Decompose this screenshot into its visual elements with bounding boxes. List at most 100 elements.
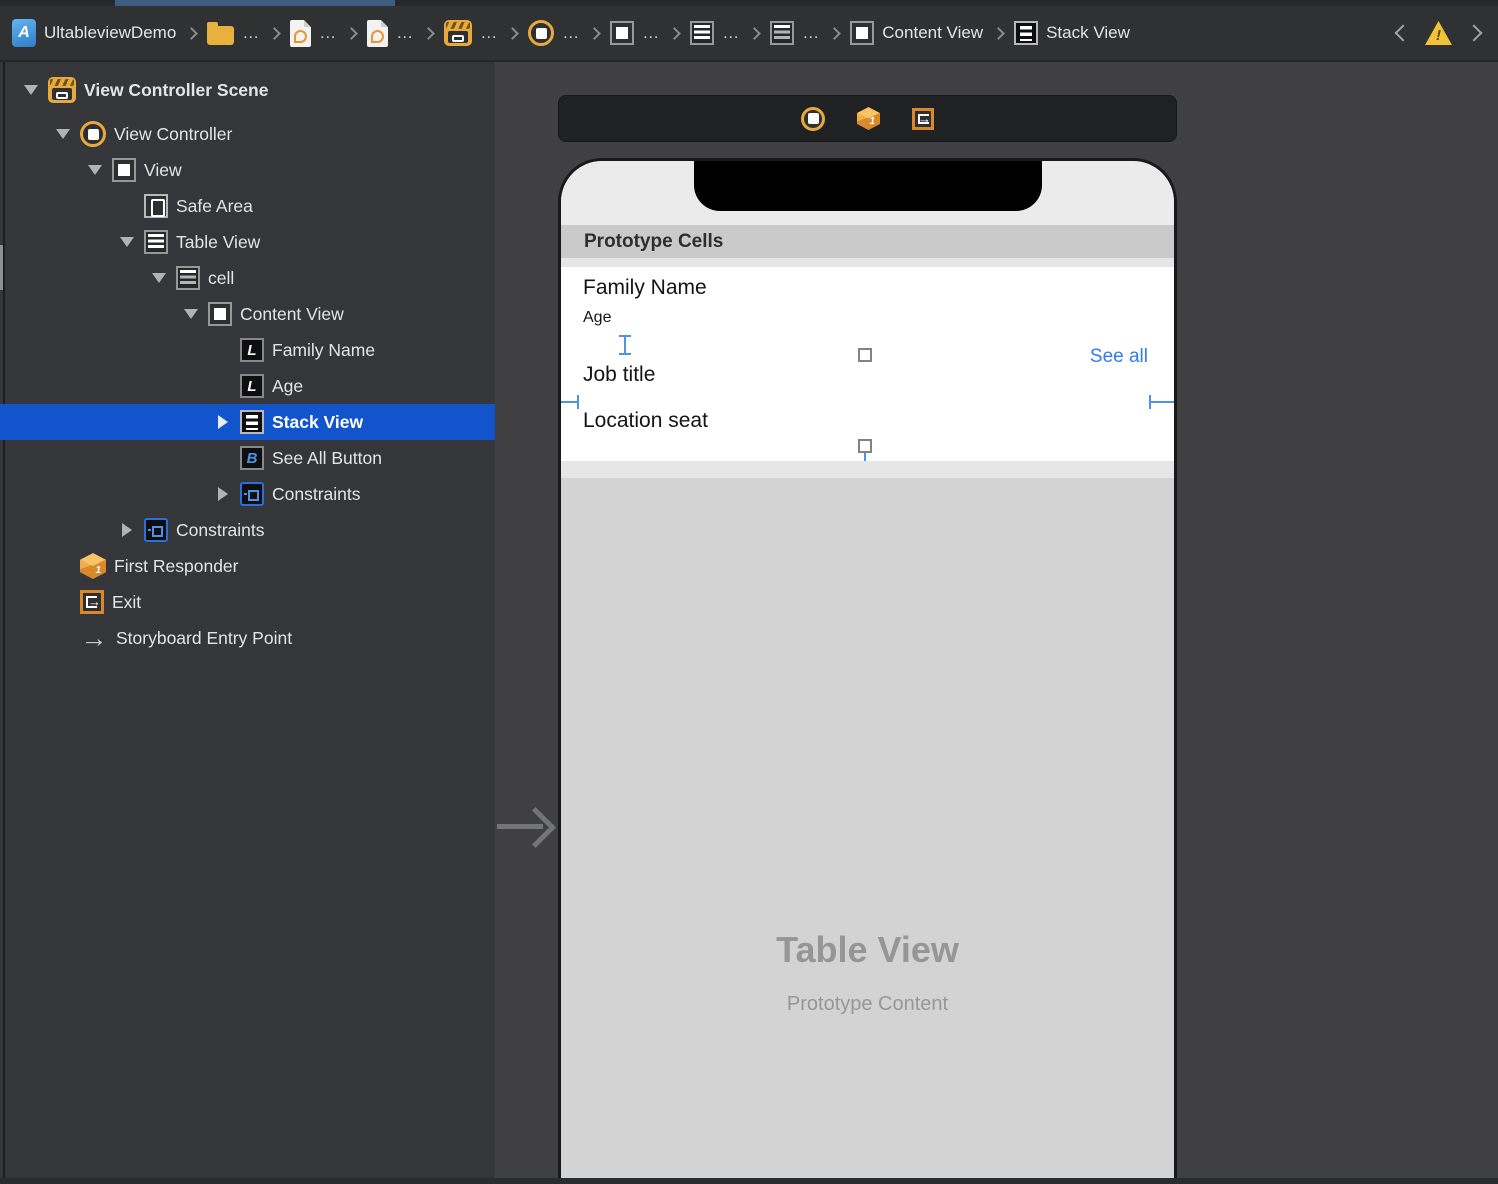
breadcrumb-label: …	[722, 23, 739, 43]
prototype-cell[interactable]: Family Name Age Job title Location seat …	[561, 267, 1174, 461]
chevron-separator-icon	[185, 27, 198, 40]
outline-row-view-controller[interactable]: View Controller	[0, 116, 495, 152]
disclosure-triangle-icon[interactable]	[118, 521, 136, 539]
storyboard-entry-arrow-icon[interactable]	[497, 804, 557, 850]
outline-label: Stack View	[272, 412, 363, 433]
breadcrumb-view-controller[interactable]: …	[528, 20, 579, 46]
disclosure-triangle-icon[interactable]	[150, 269, 168, 287]
back-chevron-icon[interactable]	[1395, 25, 1412, 42]
storyboard-file-icon	[367, 20, 388, 47]
location-seat-label[interactable]: Location seat	[583, 409, 708, 433]
breadcrumb-label: …	[319, 23, 336, 43]
outline-row-see-all-button[interactable]: See All Button	[0, 440, 495, 476]
cell-top-separator	[561, 258, 1174, 267]
warning-icon[interactable]	[1425, 21, 1452, 45]
label-icon	[240, 338, 264, 362]
view-controller-icon	[528, 20, 554, 46]
outline-label: Constraints	[176, 520, 265, 541]
breadcrumb-label: …	[642, 23, 659, 43]
outline-label: cell	[208, 268, 234, 289]
chevron-separator-icon	[345, 27, 358, 40]
breadcrumb-table-view[interactable]: …	[690, 21, 739, 45]
age-label[interactable]: Age	[583, 309, 611, 327]
breadcrumb-storyboard-file[interactable]: …	[367, 20, 413, 47]
breadcrumb-stack-view[interactable]: Stack View	[1014, 21, 1130, 45]
outline-row-content-view[interactable]: Content View	[0, 296, 495, 332]
disclosure-triangle-icon[interactable]	[54, 125, 72, 143]
right-edge-handle[interactable]	[1149, 395, 1177, 409]
disclosure-triangle-icon[interactable]	[118, 233, 136, 251]
breadcrumb-label: …	[396, 23, 413, 43]
chevron-separator-icon	[828, 27, 841, 40]
outline-row-first-responder[interactable]: First Responder	[0, 548, 495, 584]
breadcrumb-folder[interactable]: …	[207, 22, 259, 45]
outline-row-age[interactable]: Age	[0, 368, 495, 404]
outline-label: View Controller	[114, 124, 232, 145]
breadcrumb-project[interactable]: UltableviewDemo	[12, 19, 176, 47]
prototype-cells-header: Prototype Cells	[561, 225, 1174, 258]
exit-icon[interactable]	[912, 108, 934, 130]
breadcrumb-label: …	[480, 23, 497, 43]
breadcrumb-storyboard-file[interactable]: …	[290, 20, 336, 47]
notch	[694, 161, 1042, 211]
xcode-interface-builder: UltableviewDemo … … … … … …	[0, 0, 1498, 1184]
breadcrumb-view[interactable]: …	[610, 21, 659, 45]
disclosure-triangle-icon[interactable]	[22, 81, 40, 99]
view-icon	[850, 21, 874, 45]
disclosure-triangle-icon[interactable]	[86, 161, 104, 179]
outline-label: Family Name	[272, 340, 375, 361]
view-icon	[112, 158, 136, 182]
outline-row-safe-area[interactable]: Safe Area	[0, 188, 495, 224]
disclosure-triangle-icon[interactable]	[214, 485, 232, 503]
table-view-icon	[144, 230, 168, 254]
outline-label: Age	[272, 376, 303, 397]
selection-knob-bottom[interactable]	[858, 439, 872, 453]
left-edge-handle[interactable]	[558, 395, 579, 409]
breadcrumb-label: UltableviewDemo	[44, 23, 176, 43]
prototype-cells-label: Prototype Cells	[584, 225, 723, 258]
outline-row-constraints-inner[interactable]: Constraints	[0, 476, 495, 512]
storyboard-canvas[interactable]: Prototype Cells Family Name Age Job titl…	[497, 62, 1498, 1184]
outline-row-table-view[interactable]: Table View	[0, 224, 495, 260]
cell-bottom-separator	[561, 461, 1174, 478]
outline-row-stack-view[interactable]: Stack View	[0, 404, 495, 440]
entry-point-icon	[80, 625, 108, 651]
outline-label: Storyboard Entry Point	[116, 628, 292, 649]
folder-icon	[207, 26, 234, 45]
outline-label: Exit	[112, 592, 141, 613]
job-title-label[interactable]: Job title	[583, 363, 655, 387]
view-controller-icon	[80, 121, 106, 147]
first-responder-icon	[80, 553, 106, 579]
chevron-separator-icon	[748, 27, 761, 40]
label-icon	[240, 374, 264, 398]
constraints-icon	[240, 482, 264, 506]
jump-bar: UltableviewDemo … … … … … …	[0, 6, 1498, 62]
chevron-separator-icon	[588, 27, 601, 40]
outline-row-storyboard-entry-point[interactable]: Storyboard Entry Point	[0, 620, 495, 656]
disclosure-triangle-icon[interactable]	[182, 305, 200, 323]
outline-row-view[interactable]: View	[0, 152, 495, 188]
table-cell-icon	[770, 21, 794, 45]
family-name-label[interactable]: Family Name	[583, 276, 707, 300]
outline-row-constraints-outer[interactable]: Constraints	[0, 512, 495, 548]
forward-chevron-icon[interactable]	[1466, 25, 1483, 42]
see-all-button[interactable]: See all	[1090, 346, 1148, 368]
disclosure-triangle-icon[interactable]	[214, 413, 232, 431]
view-controller-preview[interactable]: Prototype Cells Family Name Age Job titl…	[558, 158, 1177, 1184]
outline-row-view-controller-scene[interactable]: View Controller Scene	[0, 72, 495, 108]
breadcrumb-content-view[interactable]: Content View	[850, 21, 983, 45]
breadcrumb-scene[interactable]: …	[444, 20, 497, 46]
window-bottom-strip	[0, 1178, 1498, 1184]
outline-label: View	[144, 160, 182, 181]
breadcrumb-table-cell[interactable]: …	[770, 21, 819, 45]
chevron-separator-icon	[668, 27, 681, 40]
selection-knob-top[interactable]	[858, 348, 872, 362]
breadcrumb-label: …	[242, 23, 259, 43]
outline-row-family-name[interactable]: Family Name	[0, 332, 495, 368]
outline-label: Content View	[240, 304, 344, 325]
vertical-spacing-handle[interactable]	[619, 335, 631, 355]
outline-row-cell[interactable]: cell	[0, 260, 495, 296]
outline-row-exit[interactable]: Exit	[0, 584, 495, 620]
view-controller-icon[interactable]	[801, 107, 825, 131]
first-responder-icon[interactable]	[857, 107, 880, 130]
